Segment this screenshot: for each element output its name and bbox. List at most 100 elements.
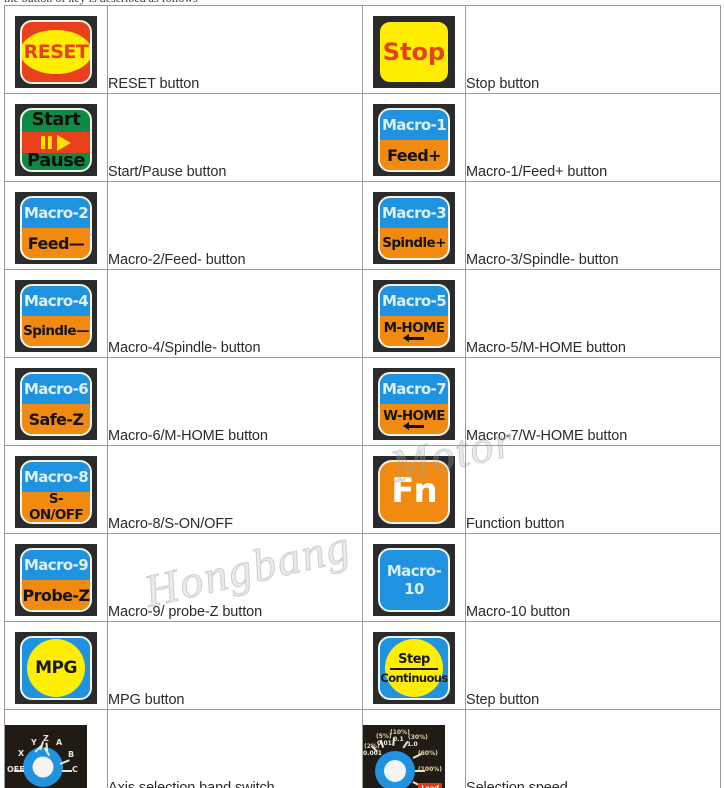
- switch-label-x: X: [18, 749, 25, 758]
- macro-bottom-label: Spindle+: [382, 235, 446, 251]
- pause-label: Pause: [26, 150, 86, 171]
- pause-bar-icon: [41, 136, 45, 149]
- arrow-left-icon: [403, 333, 425, 343]
- speed-value-0001: 0.001: [363, 750, 382, 757]
- speed-value-01: 0.1: [393, 736, 404, 743]
- macro-10-icon-label: Macro-10: [386, 562, 442, 598]
- mpg-button-icon[interactable]: MPG: [15, 632, 97, 704]
- macro-2-feed-minus-icon[interactable]: Macro-2 Feed—: [15, 192, 97, 264]
- macro-7-w-home-icon[interactable]: Macro-7 W-HOME: [373, 368, 455, 440]
- macro-top-label: Macro-1: [380, 110, 448, 140]
- selection-speed-switch-icon[interactable]: (2%) (5%) (10%) (30%) (60%) (100%) 0.001…: [363, 725, 445, 788]
- macro-6-safe-z-icon[interactable]: Macro-6 Safe-Z: [15, 368, 97, 440]
- icon-cell: (2%) (5%) (10%) (30%) (60%) (100%) 0.001…: [362, 709, 466, 788]
- speed-value-001: 0.01: [377, 740, 392, 747]
- reset-button-icon[interactable]: RESET: [15, 16, 97, 88]
- stop-button-icon[interactable]: Stop: [373, 16, 455, 88]
- macro-bottom-label: Safe-Z: [28, 409, 84, 429]
- row-label: Macro-9/ probe-Z button: [107, 533, 363, 622]
- speed-label-60pct: (60%): [418, 750, 438, 757]
- row-label: Macro-5/M-HOME button: [465, 269, 721, 358]
- macro-top-label: Macro-5: [380, 286, 448, 316]
- function-fn-button-icon[interactable]: Fn: [373, 456, 455, 528]
- table-row: Macro-6 Safe-Z Macro-6/M-HOME button Mac…: [4, 357, 721, 446]
- macro-10-button-icon[interactable]: Macro-10: [373, 544, 455, 616]
- switch-label-off: OFF: [7, 765, 25, 774]
- reset-icon-label: RESET: [23, 41, 89, 63]
- continuous-icon-label: Continuous: [380, 670, 448, 685]
- rotary-knob[interactable]: [23, 747, 63, 787]
- icon-cell: Macro-9 Probe-Z: [4, 533, 108, 622]
- row-label: Macro-6/M-HOME button: [107, 357, 363, 446]
- row-label: Start/Pause button: [107, 93, 363, 182]
- row-label: Axis selection band switch: [107, 709, 363, 788]
- macro-bottom-label: Feed+: [387, 145, 441, 165]
- macro-9-probe-z-icon[interactable]: Macro-9 Probe-Z: [15, 544, 97, 616]
- step-ellipse: Step Continuous: [380, 639, 448, 697]
- speed-label-lead: Lead: [418, 783, 442, 788]
- arrow-left-icon: [403, 421, 425, 431]
- macro-3-spindle-plus-icon[interactable]: Macro-3 Spindle+: [373, 192, 455, 264]
- icon-cell: MPG: [4, 621, 108, 710]
- macro-5-m-home-icon[interactable]: Macro-5 M-HOME: [373, 280, 455, 352]
- row-label: Macro-4/Spindle- button: [107, 269, 363, 358]
- row-label: Step button: [465, 621, 721, 710]
- macro-bottom-label: Spindle—: [23, 323, 89, 339]
- row-label: Stop button: [465, 5, 721, 94]
- macro-top-label: Macro-6: [22, 374, 90, 404]
- macro-top-label: Macro-8: [22, 462, 90, 492]
- table-row: MPG MPG button Step Continuous Step butt…: [4, 621, 721, 710]
- axis-selection-band-switch-icon[interactable]: OFF X Y Z A B C: [5, 725, 87, 788]
- row-label: Selection speed: [465, 709, 721, 788]
- switch-label-b: B: [68, 750, 75, 759]
- macro-8-s-on-off-icon[interactable]: Macro-8 S-ON/OFF: [15, 456, 97, 528]
- macro-1-feed-plus-icon[interactable]: Macro-1 Feed+: [373, 104, 455, 176]
- icon-cell: Macro-2 Feed—: [4, 181, 108, 270]
- icon-cell: Macro-3 Spindle+: [362, 181, 466, 270]
- step-icon-label: Step: [398, 651, 430, 667]
- icon-cell: Macro-4 Spindle—: [4, 269, 108, 358]
- speed-value-10: 1.0: [407, 741, 418, 748]
- row-label: Macro-10 button: [465, 533, 721, 622]
- table-row: RESET RESET button Stop Stop button: [4, 5, 721, 94]
- icon-cell: Macro-5 M-HOME: [362, 269, 466, 358]
- table-row: Macro-4 Spindle— Macro-4/Spindle- button…: [4, 269, 721, 358]
- row-label: Function button: [465, 445, 721, 534]
- mpg-icon-label: MPG: [35, 658, 77, 678]
- row-label: MPG button: [107, 621, 363, 710]
- fn-icon-label: Fn: [391, 471, 437, 512]
- macro-top-label: Macro-3: [380, 198, 448, 228]
- row-label: RESET button: [107, 5, 363, 94]
- macro-bottom-label: Probe-Z: [22, 585, 90, 605]
- table-row: Macro-2 Feed— Macro-2/Feed- button Macro…: [4, 181, 721, 270]
- icon-cell: Fn: [362, 445, 466, 534]
- macro-4-spindle-minus-icon[interactable]: Macro-4 Spindle—: [15, 280, 97, 352]
- icon-cell: Macro-8 S-ON/OFF: [4, 445, 108, 534]
- icon-cell: Macro-6 Safe-Z: [4, 357, 108, 446]
- macro-bottom-group: W-HOME: [380, 404, 448, 434]
- row-label: Macro-1/Feed+ button: [465, 93, 721, 182]
- row-label: Macro-2/Feed- button: [107, 181, 363, 270]
- row-label: Macro-3/Spindle- button: [465, 181, 721, 270]
- step-continuous-button-icon[interactable]: Step Continuous: [373, 632, 455, 704]
- icon-cell: OFF X Y Z A B C: [4, 709, 108, 788]
- icon-cell: Start Pause: [4, 93, 108, 182]
- page-root: the button of key is described as follow…: [0, 0, 724, 788]
- table-row: Start Pause Start/Pause button Macro-1 F…: [4, 93, 721, 182]
- row-label: Macro-7/W-HOME button: [465, 357, 721, 446]
- play-triangle-icon: [57, 134, 71, 151]
- macro-top-label: Macro-9: [22, 550, 90, 580]
- button-description-table: RESET RESET button Stop Stop button Star…: [4, 5, 721, 788]
- macro-top-label: Macro-7: [380, 374, 448, 404]
- icon-cell: Macro-1 Feed+: [362, 93, 466, 182]
- icon-cell: RESET: [4, 5, 108, 94]
- table-row: Macro-9 Probe-Z Macro-9/ probe-Z button …: [4, 533, 721, 622]
- start-pause-button-icon[interactable]: Start Pause: [15, 104, 97, 176]
- icon-cell: Macro-7 W-HOME: [362, 357, 466, 446]
- macro-top-label: Macro-2: [22, 198, 90, 228]
- switch-label-c: C: [72, 765, 78, 774]
- switch-label-y: Y: [31, 738, 37, 747]
- switch-label-z: Z: [43, 734, 49, 743]
- macro-bottom-label: Feed—: [27, 233, 85, 253]
- table-row: OFF X Y Z A B C Axis selection band swit…: [4, 709, 721, 788]
